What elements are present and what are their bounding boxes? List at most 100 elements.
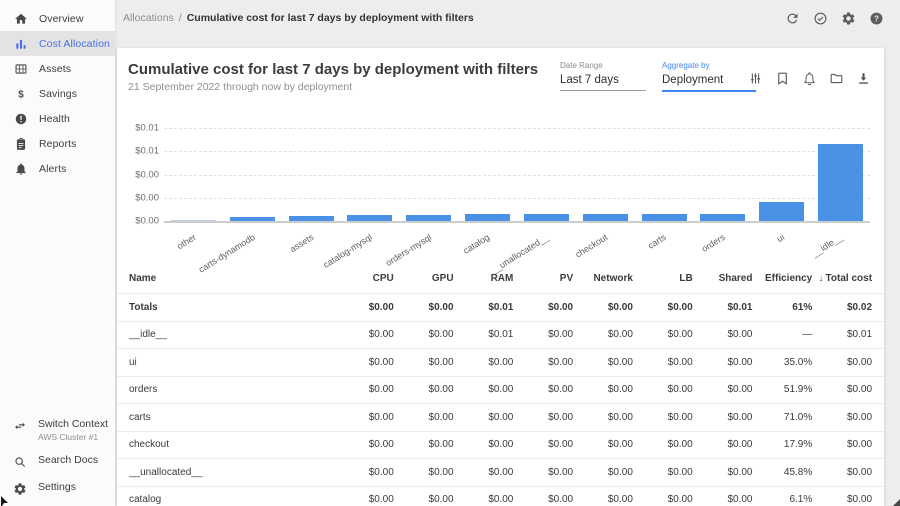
cell-name: Totals — [129, 302, 334, 313]
bar-orders-mysql[interactable] — [406, 215, 451, 221]
cell-pv: $0.00 — [513, 412, 573, 423]
y-axis-tick-label: $0.00 — [123, 169, 159, 180]
cell-shared: $0.00 — [693, 357, 753, 368]
x-axis-label-checkout: checkout — [576, 223, 635, 253]
y-axis-tick-label: $0.01 — [123, 146, 159, 157]
column-header-lb[interactable]: LB — [633, 273, 693, 284]
cell-efficiency: — — [752, 329, 812, 340]
sidebar-item-label: Alerts — [39, 163, 66, 175]
table-row-__idle__[interactable]: __idle__$0.00$0.00$0.01$0.00$0.00$0.00$0… — [117, 321, 884, 349]
table-row-checkout[interactable]: checkout$0.00$0.00$0.00$0.00$0.00$0.00$0… — [117, 431, 884, 459]
bar-catalog[interactable] — [465, 214, 510, 221]
sidebar-nav: Overview Cost Allocation Assets$Savings Hea… — [0, 0, 115, 181]
cell-ram: $0.01 — [454, 302, 514, 313]
table-row-totals[interactable]: Totals$0.00$0.00$0.01$0.00$0.00$0.00$0.0… — [117, 293, 884, 321]
cell-shared: $0.00 — [693, 494, 753, 505]
x-axis-label-__idle__: __idle__ — [811, 223, 870, 253]
aggregate-by-control: Aggregate by Deployment — [662, 61, 756, 92]
x-axis-label-__unallocated__: __unallocated__ — [517, 223, 576, 253]
bar-__idle__[interactable] — [818, 144, 863, 221]
switch-context-label: Switch Context — [38, 418, 108, 430]
folder-icon[interactable] — [829, 71, 844, 86]
cell-name: carts — [129, 412, 334, 423]
sidebar-item-label: Health — [39, 113, 70, 125]
x-axis-label-text: catalog — [462, 232, 492, 256]
sidebar-item-cost-allocation[interactable]: Cost Allocation — [0, 31, 115, 56]
settings-icon — [13, 482, 27, 496]
breadcrumb-allocations-link[interactable]: Allocations — [123, 12, 174, 24]
column-header-ram[interactable]: RAM — [454, 273, 514, 284]
cell-lb: $0.00 — [633, 329, 693, 340]
download-icon[interactable] — [856, 71, 871, 86]
table-row-ui[interactable]: ui$0.00$0.00$0.00$0.00$0.00$0.00$0.0035.… — [117, 348, 884, 376]
cell-gpu: $0.00 — [394, 329, 454, 340]
help-icon[interactable]: ? — [869, 11, 884, 26]
bar-carts[interactable] — [642, 214, 687, 221]
top-actions: ? — [785, 11, 900, 26]
sidebar-item-savings[interactable]: $Savings — [0, 81, 115, 106]
date-range-select[interactable]: Last 7 days — [560, 74, 646, 91]
x-axis-label-other: other — [164, 223, 223, 253]
x-axis-label-text: other — [175, 232, 198, 251]
assets-icon — [14, 62, 28, 76]
column-header-name[interactable]: Name — [129, 273, 334, 284]
cell-cpu: $0.00 — [334, 494, 394, 505]
column-header-total-cost[interactable]: ↓Total cost — [812, 273, 872, 284]
cell-gpu: $0.00 — [394, 494, 454, 505]
refresh-icon[interactable] — [785, 11, 800, 26]
cell-shared: $0.00 — [693, 467, 753, 478]
search-docs-button[interactable]: Search Docs — [0, 448, 115, 475]
sidebar-item-overview[interactable]: Overview — [0, 6, 115, 31]
sidebar-item-alerts[interactable]: Alerts — [0, 156, 115, 181]
sidebar-item-health[interactable]: Health — [0, 106, 115, 131]
column-header-cpu[interactable]: CPU — [334, 273, 394, 284]
column-header-efficiency[interactable]: Efficiency — [752, 273, 812, 284]
gear-icon[interactable] — [841, 11, 856, 26]
table-row-__unallocated__[interactable]: __unallocated__$0.00$0.00$0.00$0.00$0.00… — [117, 458, 884, 486]
sidebar-item-assets[interactable]: Assets — [0, 56, 115, 81]
bookmark-icon[interactable] — [775, 71, 790, 86]
x-axis-labels: othercarts-dynamodbassetscatalog-mysqlor… — [164, 223, 870, 253]
cell-lb: $0.00 — [633, 302, 693, 313]
x-axis-label-carts-dynamodb: carts-dynamodb — [223, 223, 282, 253]
sidebar-item-label: Cost Allocation — [39, 38, 110, 50]
current-cluster-label: AWS Cluster #1 — [38, 432, 108, 442]
bar-other[interactable] — [171, 220, 216, 221]
mouse-cursor — [0, 494, 10, 506]
aggregate-by-label: Aggregate by — [662, 61, 756, 70]
column-header-pv[interactable]: PV — [513, 273, 573, 284]
table-row-orders[interactable]: orders$0.00$0.00$0.00$0.00$0.00$0.00$0.0… — [117, 376, 884, 404]
column-header-network[interactable]: Network — [573, 273, 633, 284]
column-header-shared[interactable]: Shared — [693, 273, 753, 284]
tune-icon[interactable] — [748, 71, 763, 86]
bar-assets[interactable] — [289, 216, 334, 221]
sidebar-item-reports[interactable]: Reports — [0, 131, 115, 156]
cell-ram: $0.00 — [454, 439, 514, 450]
cell-network: $0.00 — [573, 412, 633, 423]
cell-ram: $0.00 — [454, 357, 514, 368]
table-row-catalog[interactable]: catalog$0.00$0.00$0.00$0.00$0.00$0.00$0.… — [117, 486, 884, 506]
bar-checkout[interactable] — [583, 214, 628, 221]
date-range-control: Date Range Last 7 days — [560, 61, 646, 91]
table-header-row: NameCPUGPURAMPVNetworkLBSharedEfficiency… — [117, 263, 884, 293]
check-circle-icon[interactable] — [813, 11, 828, 26]
column-header-gpu[interactable]: GPU — [394, 273, 454, 284]
bar-__unallocated__[interactable] — [524, 214, 569, 221]
table-row-carts[interactable]: carts$0.00$0.00$0.00$0.00$0.00$0.00$0.00… — [117, 403, 884, 431]
bar-ui[interactable] — [759, 202, 804, 221]
cell-cpu: $0.00 — [334, 439, 394, 450]
cell-pv: $0.00 — [513, 494, 573, 505]
cell-pv: $0.00 — [513, 384, 573, 395]
bar-orders[interactable] — [700, 214, 745, 221]
settings-button[interactable]: Settings — [0, 475, 115, 502]
x-axis-label-text: checkout — [574, 232, 610, 260]
switch-context-button[interactable]: Switch Context AWS Cluster #1 — [0, 412, 115, 448]
aggregate-by-select[interactable]: Deployment — [662, 74, 756, 92]
x-axis-label-text: assets — [288, 232, 315, 254]
date-range-label: Date Range — [560, 61, 646, 70]
cell-pv: $0.00 — [513, 439, 573, 450]
bar-carts-dynamodb[interactable] — [230, 217, 275, 221]
notifications-icon[interactable] — [802, 71, 817, 86]
cell-pv: $0.00 — [513, 467, 573, 478]
bar-catalog-mysql[interactable] — [347, 215, 392, 221]
